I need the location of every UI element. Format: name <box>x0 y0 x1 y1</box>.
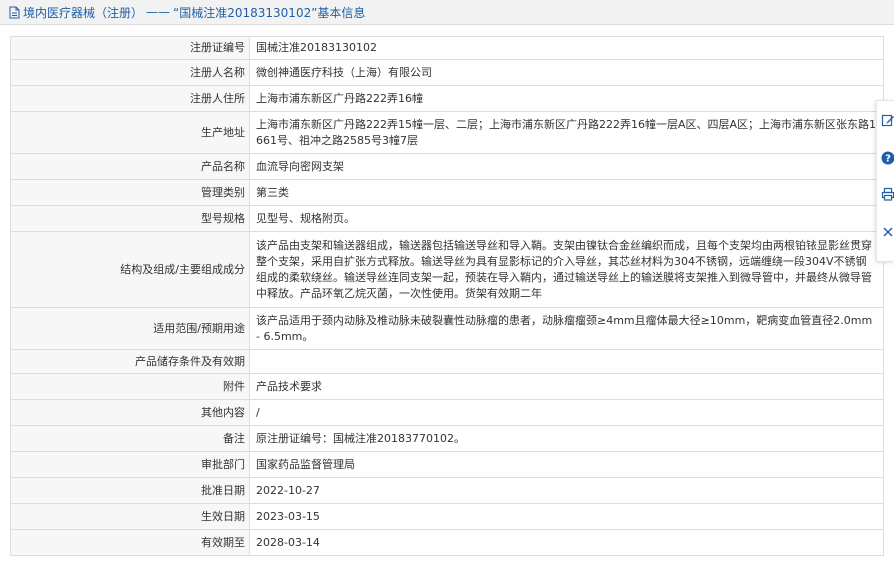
row-value: 该产品适用于颈内动脉及椎动脉未破裂囊性动脉瘤的患者，动脉瘤瘤颈≥4mm且瘤体最大… <box>249 307 884 350</box>
row-label: 其他内容 <box>10 399 250 426</box>
row-value: 该产品由支架和输送器组成，输送器包括输送导丝和导入鞘。支架由镍钛合金丝编织而成，… <box>249 231 884 308</box>
row-value: / <box>249 399 884 426</box>
row-label: 型号规格 <box>10 205 250 232</box>
row-value: 血流导向密网支架 <box>249 153 884 180</box>
table-row: 附件 产品技术要求 <box>10 373 884 400</box>
edit-icon[interactable] <box>881 113 894 127</box>
close-icon[interactable] <box>881 225 894 239</box>
row-label: 审批部门 <box>10 451 250 478</box>
table-row: 生产地址 上海市浦东新区广丹路222弄15幢一层、二层；上海市浦东新区广丹路22… <box>10 111 884 154</box>
row-value: 2023-03-15 <box>249 503 884 530</box>
document-icon <box>9 6 20 18</box>
row-label: 生效日期 <box>10 503 250 530</box>
row-label: 管理类别 <box>10 179 250 206</box>
svg-text:?: ? <box>885 154 891 165</box>
row-value: 上海市浦东新区广丹路222弄16幢 <box>249 85 884 112</box>
table-row: 注册人名称 微创神通医疗科技（上海）有限公司 <box>10 59 884 86</box>
table-row: 有效期至 2028-03-14 <box>10 529 884 556</box>
header-title: “国械注准20183130102”基本信息 <box>173 5 366 20</box>
table-row: 注册人住所 上海市浦东新区广丹路222弄16幢 <box>10 85 884 112</box>
table-row: 产品储存条件及有效期 <box>10 349 884 374</box>
table-row: 型号规格 见型号、规格附页。 <box>10 205 884 232</box>
side-toolbar: ? <box>876 100 894 262</box>
table-row: 其他内容 / <box>10 399 884 426</box>
header-separator: —— <box>146 5 171 19</box>
table-row: 产品名称 血流导向密网支架 <box>10 153 884 180</box>
table-row: 结构及组成/主要组成成分 该产品由支架和输送器组成，输送器包括输送导丝和导入鞘。… <box>10 231 884 308</box>
row-label: 注册证编号 <box>10 36 250 60</box>
help-icon[interactable]: ? <box>881 151 894 165</box>
row-value: 原注册证编号：国械注准20183770102。 <box>249 425 884 452</box>
row-label: 生产地址 <box>10 111 250 154</box>
row-label: 注册人住所 <box>10 85 250 112</box>
row-value: 国家药品监督管理局 <box>249 451 884 478</box>
row-label: 备注 <box>10 425 250 452</box>
row-label: 注册人名称 <box>10 59 250 86</box>
info-table: 注册证编号 国械注准20183130102 注册人名称 微创神通医疗科技（上海）… <box>10 36 884 556</box>
page-header: 境内医疗器械（注册） —— “国械注准20183130102”基本信息 <box>0 0 894 25</box>
row-value: 第三类 <box>249 179 884 206</box>
row-label: 结构及组成/主要组成成分 <box>10 231 250 308</box>
table-row: 审批部门 国家药品监督管理局 <box>10 451 884 478</box>
row-label: 产品储存条件及有效期 <box>10 349 250 374</box>
table-row: 管理类别 第三类 <box>10 179 884 206</box>
print-icon[interactable] <box>881 187 894 201</box>
table-row: 批准日期 2022-10-27 <box>10 477 884 504</box>
row-value: 微创神通医疗科技（上海）有限公司 <box>249 59 884 86</box>
table-row: 注册证编号 国械注准20183130102 <box>10 36 884 60</box>
row-label: 适用范围/预期用途 <box>10 307 250 350</box>
row-value: 2022-10-27 <box>249 477 884 504</box>
row-value: 国械注准20183130102 <box>249 36 884 60</box>
table-row: 适用范围/预期用途 该产品适用于颈内动脉及椎动脉未破裂囊性动脉瘤的患者，动脉瘤瘤… <box>10 307 884 350</box>
row-label: 有效期至 <box>10 529 250 556</box>
row-label: 产品名称 <box>10 153 250 180</box>
row-value: 2028-03-14 <box>249 529 884 556</box>
row-label: 批准日期 <box>10 477 250 504</box>
info-table-container: 注册证编号 国械注准20183130102 注册人名称 微创神通医疗科技（上海）… <box>10 36 884 556</box>
row-label: 附件 <box>10 373 250 400</box>
table-row: 生效日期 2023-03-15 <box>10 503 884 530</box>
row-value: 上海市浦东新区广丹路222弄15幢一层、二层；上海市浦东新区广丹路222弄16幢… <box>249 111 884 154</box>
header-section: 境内医疗器械（注册） <box>23 5 144 20</box>
table-row: 备注 原注册证编号：国械注准20183770102。 <box>10 425 884 452</box>
row-value: 产品技术要求 <box>249 373 884 400</box>
row-value <box>249 349 884 374</box>
row-value: 见型号、规格附页。 <box>249 205 884 232</box>
